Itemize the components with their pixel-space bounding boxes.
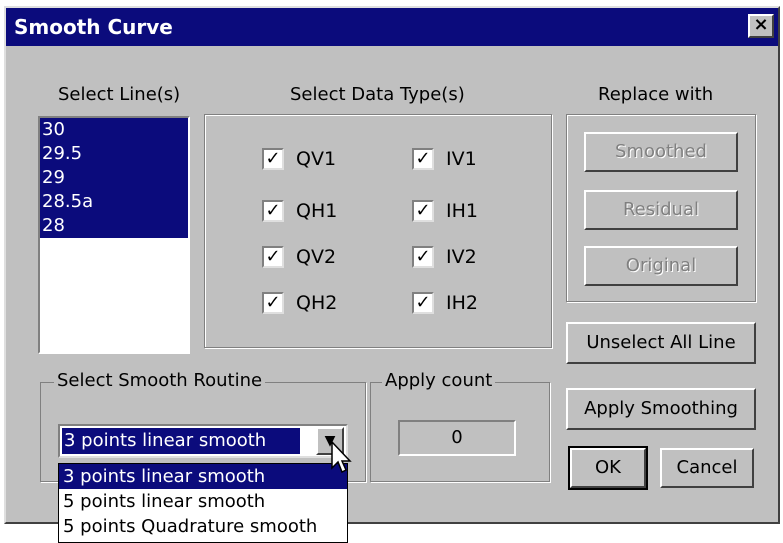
- checkbox-label: IH1: [446, 200, 478, 222]
- original-button-label: Original: [625, 255, 697, 276]
- checkbox-label: QV2: [296, 246, 337, 268]
- check-icon[interactable]: ✓: [262, 148, 284, 170]
- title-bar[interactable]: Smooth Curve ×: [6, 8, 778, 46]
- check-icon[interactable]: ✓: [262, 200, 284, 222]
- lines-listbox[interactable]: 30 29.5 29 28.5a 28: [38, 116, 190, 354]
- smoothed-button[interactable]: Smoothed: [584, 132, 738, 172]
- checkbox-label: QH2: [296, 292, 338, 314]
- smooth-routine-label: Select Smooth Routine: [54, 370, 266, 391]
- checkbox-label: QH1: [296, 200, 338, 222]
- original-button[interactable]: Original: [584, 246, 738, 286]
- cancel-button[interactable]: Cancel: [660, 448, 754, 488]
- check-icon[interactable]: ✓: [262, 292, 284, 314]
- dropdown-option[interactable]: 3 points linear smooth: [59, 464, 347, 489]
- mouse-cursor-icon: [331, 440, 352, 474]
- list-item[interactable]: 28: [40, 214, 188, 238]
- smooth-routine-value[interactable]: 3 points linear smooth: [61, 427, 301, 455]
- list-item[interactable]: 29.5: [40, 142, 188, 166]
- check-icon[interactable]: ✓: [412, 246, 434, 268]
- ok-button[interactable]: OK: [568, 446, 648, 490]
- residual-button-label: Residual: [622, 199, 700, 220]
- apply-count-label: Apply count: [382, 370, 496, 391]
- checkbox-label: IV2: [446, 246, 477, 268]
- check-icon[interactable]: ✓: [412, 200, 434, 222]
- select-lines-label: Select Line(s): [58, 84, 181, 105]
- dropdown-option[interactable]: 5 points linear smooth: [59, 489, 347, 514]
- unselect-all-label: Unselect All Line: [586, 332, 736, 353]
- checkbox-label: IV1: [446, 148, 477, 170]
- dialog-title: Smooth Curve: [14, 15, 173, 39]
- replace-with-label: Replace with: [598, 84, 714, 105]
- apply-smoothing-label: Apply Smoothing: [584, 398, 738, 419]
- list-item[interactable]: 30: [40, 118, 188, 142]
- dropdown-option[interactable]: 5 points Quadrature smooth: [59, 514, 347, 539]
- ok-label: OK: [595, 457, 621, 478]
- cancel-label: Cancel: [676, 457, 738, 478]
- check-icon[interactable]: ✓: [262, 246, 284, 268]
- smooth-routine-select[interactable]: 3 points linear smooth ▼: [58, 424, 348, 458]
- check-icon[interactable]: ✓: [412, 148, 434, 170]
- checkbox-label: QV1: [296, 148, 337, 170]
- apply-count-value: 0: [398, 420, 516, 456]
- unselect-all-line-button[interactable]: Unselect All Line: [566, 322, 756, 364]
- data-types-panel: [204, 114, 552, 348]
- close-button[interactable]: ×: [748, 14, 774, 38]
- residual-button[interactable]: Residual: [584, 190, 738, 230]
- apply-smoothing-button[interactable]: Apply Smoothing: [566, 388, 756, 430]
- list-item[interactable]: 28.5a: [40, 190, 188, 214]
- list-item[interactable]: 29: [40, 166, 188, 190]
- smooth-routine-dropdown[interactable]: 3 points linear smooth 5 points linear s…: [58, 463, 348, 543]
- checkbox-label: IH2: [446, 292, 478, 314]
- smoothed-button-label: Smoothed: [615, 141, 707, 162]
- select-data-types-label: Select Data Type(s): [290, 84, 465, 105]
- check-icon[interactable]: ✓: [412, 292, 434, 314]
